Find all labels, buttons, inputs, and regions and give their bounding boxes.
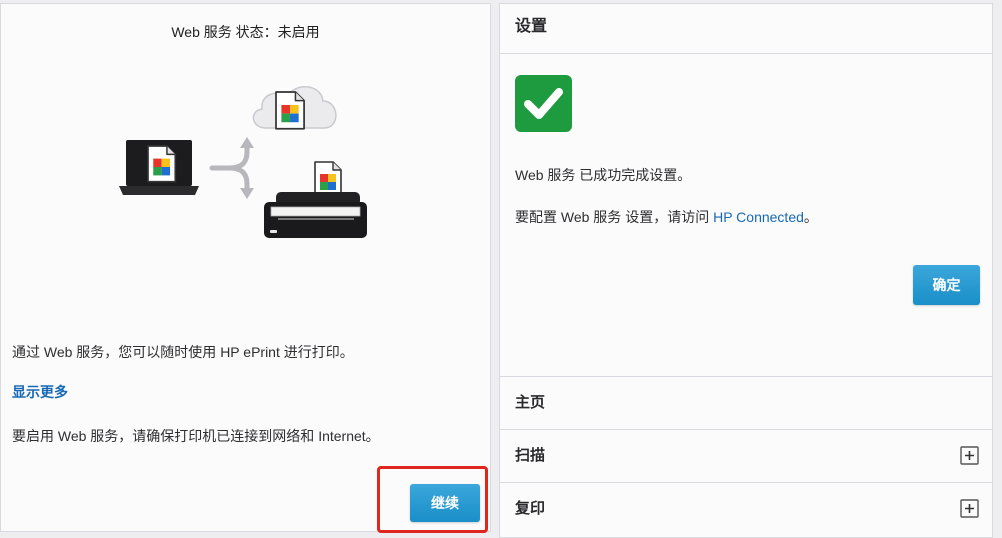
settings-header: 设置: [515, 18, 548, 35]
menu-item-label: 主页: [515, 394, 546, 411]
arrow-up-head: [240, 137, 254, 148]
cloud-document-icon: [275, 91, 305, 130]
menu-item-copy[interactable]: 复印: [499, 482, 993, 535]
checkmark-badge: [515, 75, 572, 132]
printer-icon: [264, 161, 367, 238]
printer-output-tray: [278, 218, 354, 220]
setup-success-message: Web 服务 已成功完成设置。: [515, 167, 692, 183]
menu-item-scan[interactable]: 扫描: [499, 429, 993, 482]
web-services-status-panel: Web 服务 状态：未启用 通过 Web 服务，您可以随时使用 HP ePrin…: [0, 3, 491, 532]
configure-instructions-prefix: 要配置 Web 服务 设置，请访问: [515, 209, 714, 225]
arrow-down-branch: [227, 165, 250, 193]
settings-menu: 主页 扫描 复印: [499, 376, 993, 535]
network-requirement-text: 要启用 Web 服务，请确保打印机已连接到网络和 Internet。: [12, 428, 380, 444]
show-more-link[interactable]: 显示更多: [12, 382, 68, 402]
printer-paper-slot: [270, 206, 361, 217]
menu-item-label: 扫描: [515, 447, 546, 464]
menu-item-label: 复印: [515, 500, 546, 517]
split-arrow-icon: [209, 137, 254, 199]
hp-connected-link[interactable]: HP Connected: [713, 209, 804, 225]
checkmark-icon: [515, 75, 572, 132]
laptop-base: [119, 186, 199, 195]
printer-document-icon: [314, 161, 342, 197]
cloud-icon: [252, 86, 337, 130]
arrow-up-branch: [209, 143, 250, 171]
plus-square-icon[interactable]: [960, 446, 979, 465]
settings-panel: 设置 Web 服务 已成功完成设置。 要配置 Web 服务 设置，请访问 HP …: [499, 3, 993, 538]
configure-instructions-suffix: 。: [803, 209, 818, 225]
configure-instructions: 要配置 Web 服务 设置，请访问 HP Connected。: [515, 207, 818, 227]
plus-square-icon[interactable]: [960, 499, 979, 518]
web-services-illustration: [119, 86, 367, 238]
printer-indicator-light: [270, 230, 277, 233]
annotation-highlight-box: [377, 466, 488, 533]
menu-item-home[interactable]: 主页: [499, 376, 993, 429]
laptop-document-icon: [147, 145, 177, 183]
web-services-status-title: Web 服务 状态：未启用: [171, 24, 320, 40]
eprint-description: 通过 Web 服务，您可以随时使用 HP ePrint 进行打印。: [12, 344, 354, 360]
laptop-icon: [119, 140, 199, 195]
ok-button[interactable]: 确定: [913, 265, 980, 305]
arrow-down-head: [240, 188, 254, 199]
header-divider: [499, 53, 993, 54]
